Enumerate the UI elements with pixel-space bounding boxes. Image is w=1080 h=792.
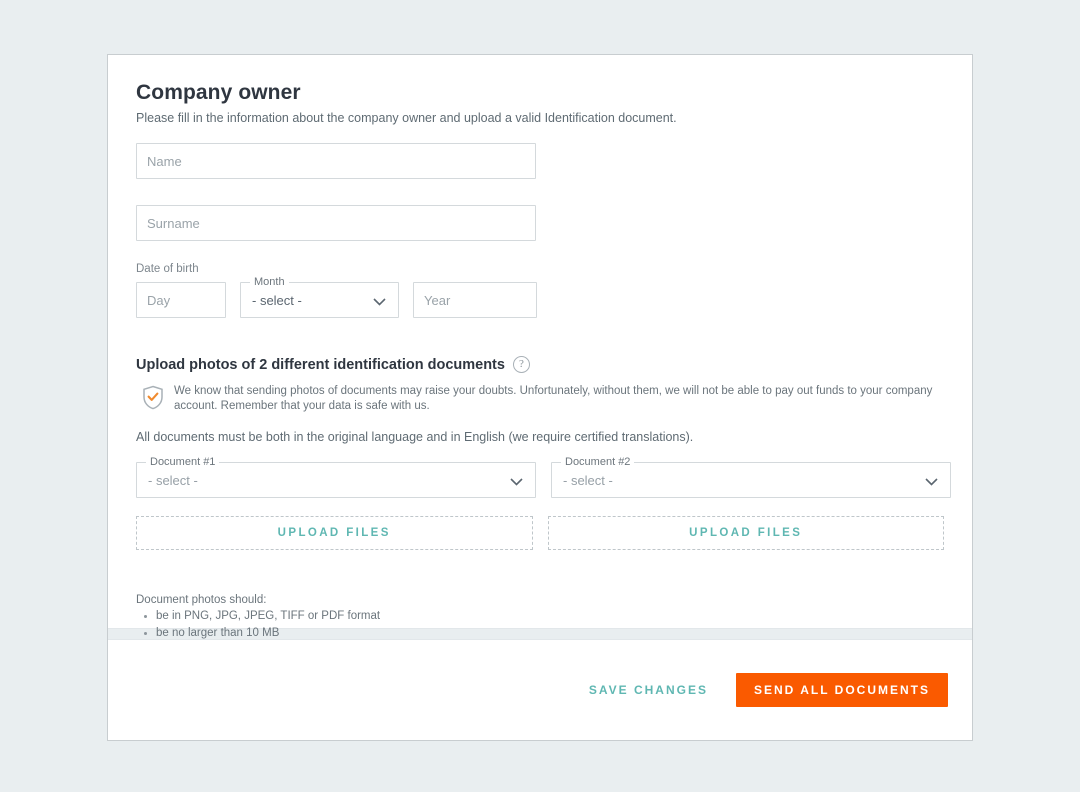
document-requirements: Document photos should: be in PNG, JPG, … — [136, 594, 944, 642]
requirements-title: Document photos should: — [136, 594, 944, 606]
security-notice-text: We know that sending photos of documents… — [174, 384, 944, 414]
birth-day-input[interactable] — [136, 282, 226, 318]
document-2-value: - select - — [563, 463, 613, 499]
date-of-birth-label: Date of birth — [136, 263, 944, 275]
name-input[interactable] — [136, 143, 536, 179]
date-of-birth-row: Month - select - — [136, 282, 944, 318]
question-mark-icon[interactable]: ? — [513, 356, 530, 373]
requirements-list: be in PNG, JPG, JPEG, TIFF or PDF format… — [136, 608, 944, 642]
document-1-value: - select - — [148, 463, 198, 499]
document-2-select[interactable]: Document #2 - select - — [551, 462, 951, 498]
chevron-down-icon — [372, 294, 387, 309]
document-1-column: Document #1 - select - — [136, 462, 536, 498]
list-item: be no larger than 10 MB — [156, 625, 944, 642]
chevron-down-icon — [924, 474, 939, 489]
card-footer: SAVE CHANGES SEND ALL DOCUMENTS — [108, 640, 972, 740]
upload-buttons-row: UPLOAD FILES UPLOAD FILES — [136, 516, 944, 550]
upload-files-button-1[interactable]: UPLOAD FILES — [136, 516, 533, 550]
documents-language-note: All documents must be both in the origin… — [136, 430, 944, 444]
upload-heading: Upload photos of 2 different identificat… — [136, 357, 505, 373]
form-body: Company owner Please fill in the informa… — [108, 55, 972, 628]
birth-year-input[interactable] — [413, 282, 537, 318]
document-selects-row: Document #1 - select - Document #2 - sel… — [136, 462, 944, 498]
upload-heading-row: Upload photos of 2 different identificat… — [136, 356, 944, 373]
document-2-column: Document #2 - select - — [551, 462, 951, 498]
chevron-down-icon — [509, 474, 524, 489]
upload-files-button-2[interactable]: UPLOAD FILES — [548, 516, 945, 550]
birth-month-select[interactable]: Month - select - — [240, 282, 399, 318]
spacer — [136, 179, 944, 205]
save-changes-button[interactable]: SAVE CHANGES — [575, 673, 722, 707]
page-title: Company owner — [136, 81, 944, 105]
spacer — [136, 241, 944, 263]
company-owner-card: Company owner Please fill in the informa… — [107, 54, 973, 741]
send-all-documents-button[interactable]: SEND ALL DOCUMENTS — [736, 673, 948, 707]
document-1-select[interactable]: Document #1 - select - — [136, 462, 536, 498]
birth-month-value: - select - — [252, 283, 302, 319]
page-subtitle: Please fill in the information about the… — [136, 111, 944, 125]
shield-check-icon — [142, 385, 164, 410]
surname-input[interactable] — [136, 205, 536, 241]
security-notice: We know that sending photos of documents… — [142, 384, 944, 414]
list-item: be in PNG, JPG, JPEG, TIFF or PDF format — [156, 608, 944, 625]
